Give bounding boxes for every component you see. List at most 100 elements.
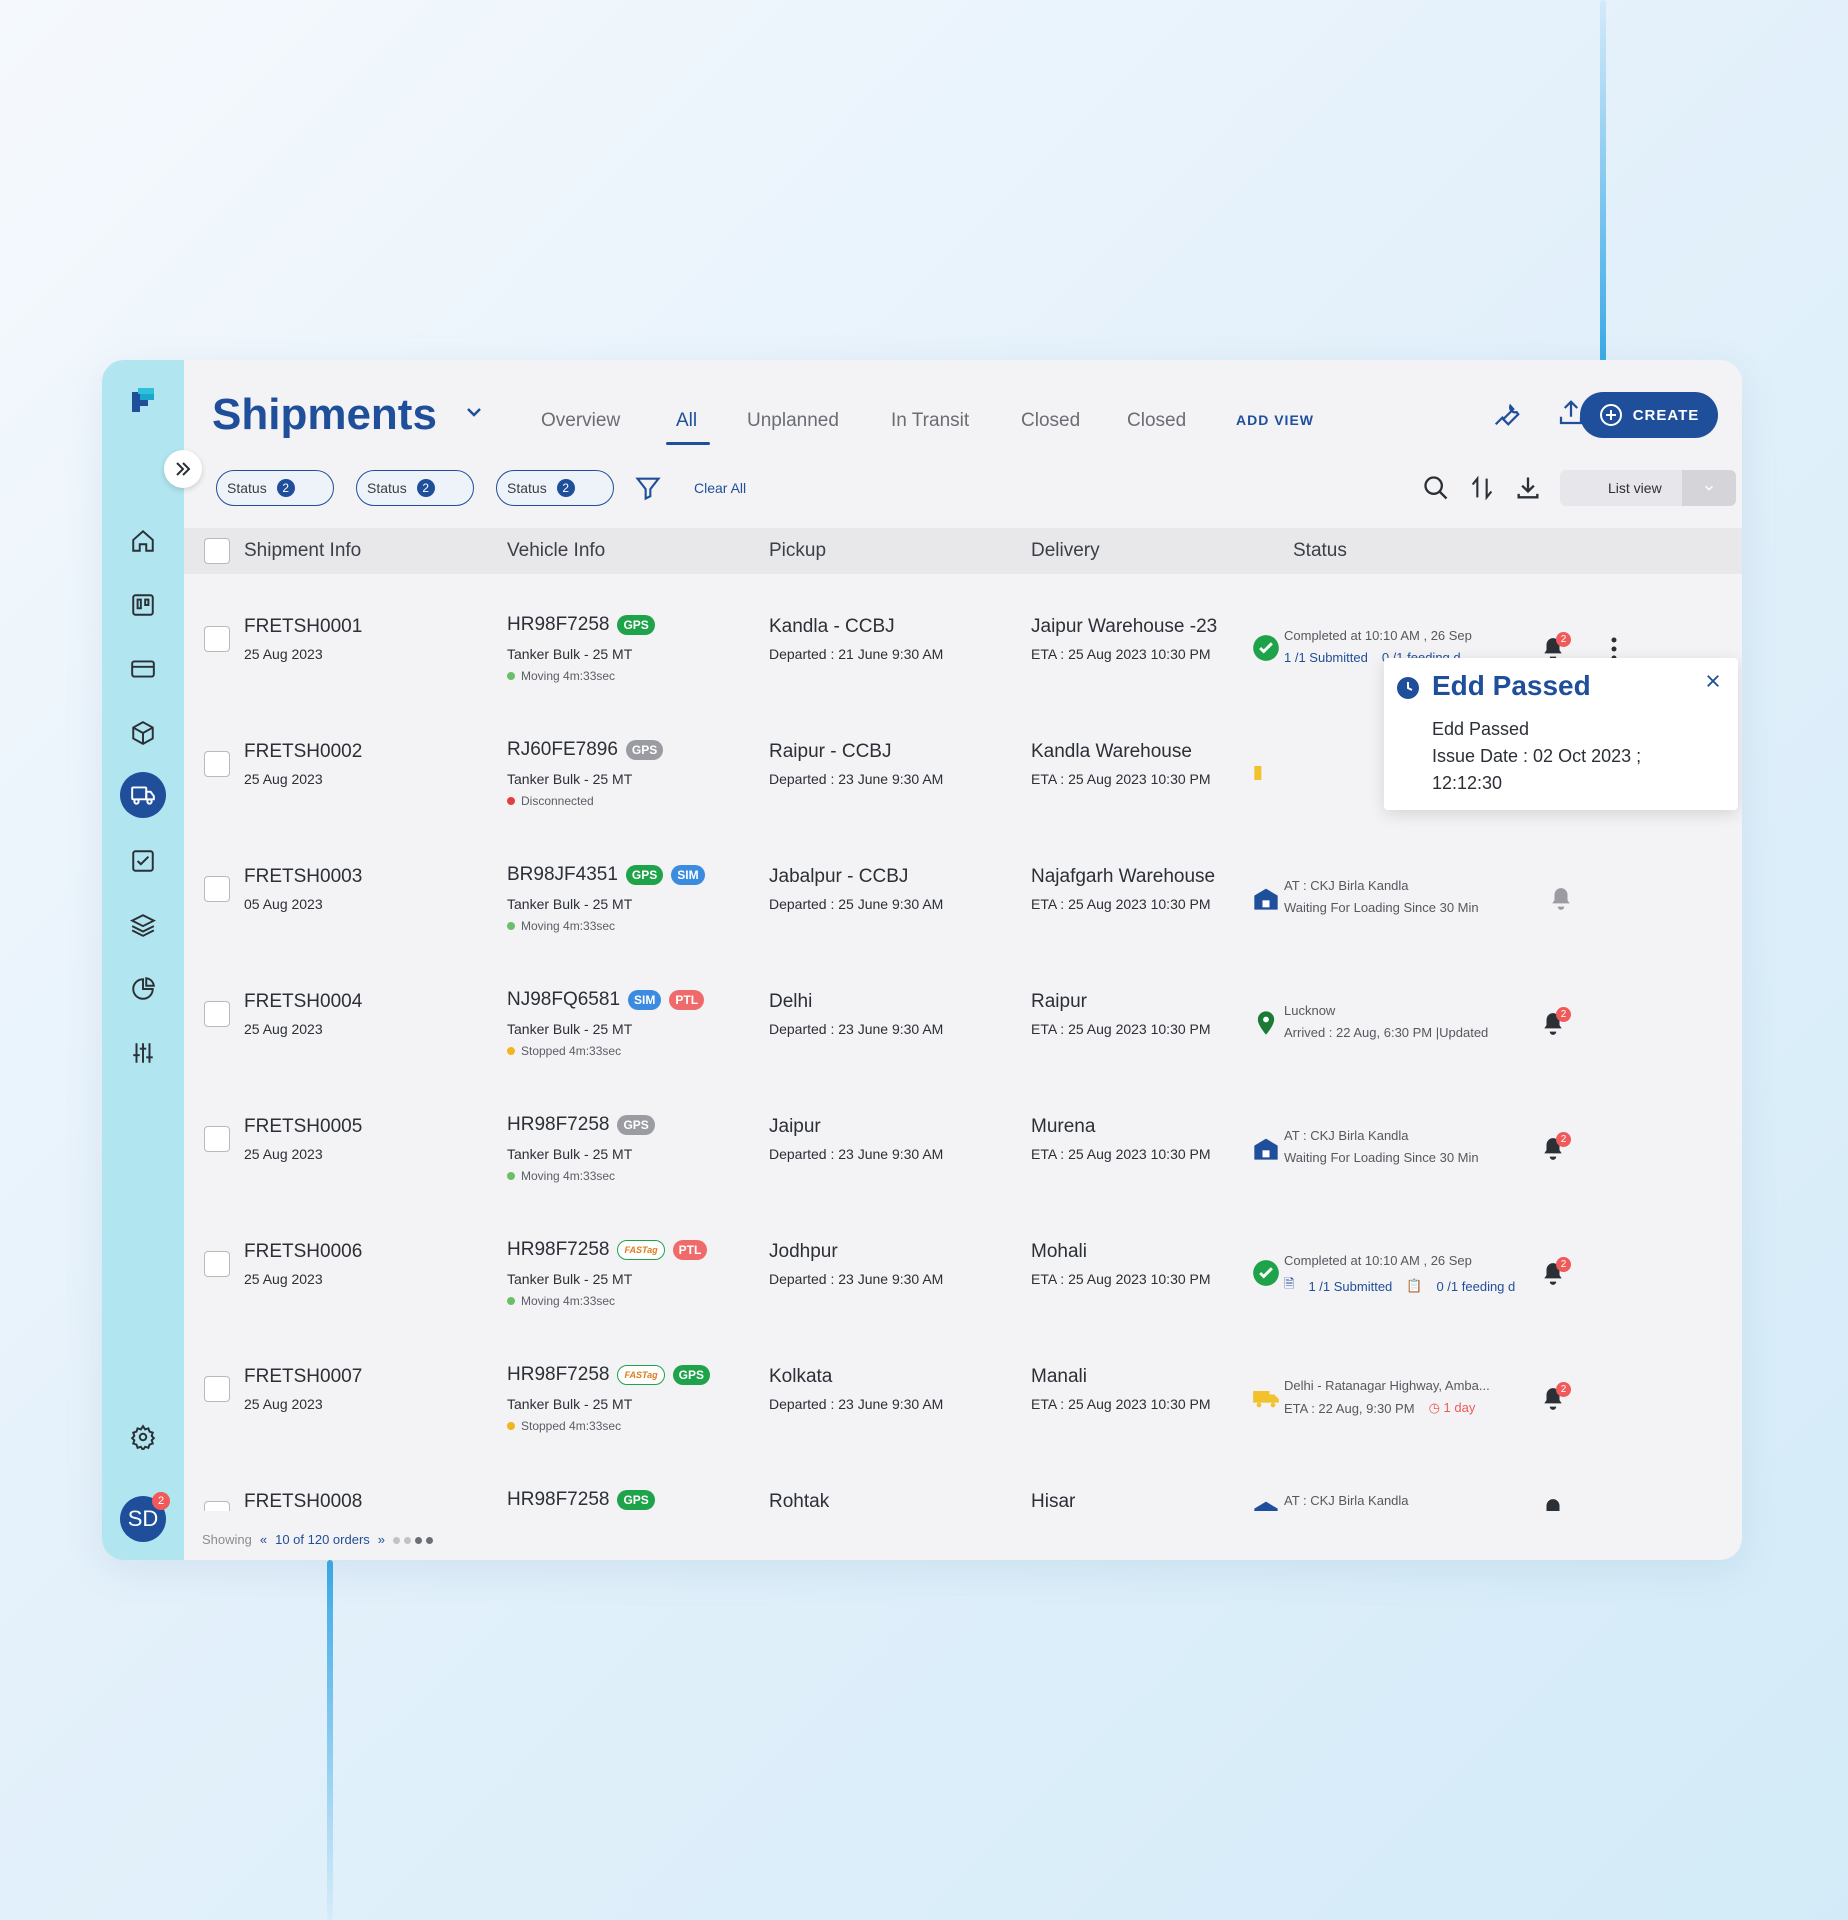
brand-logo-icon	[132, 388, 154, 412]
tab-closed[interactable]: Closed	[1021, 410, 1080, 432]
vehicle-number[interactable]: HR98F7258	[507, 1114, 609, 1136]
nav-adjustments-icon[interactable]	[120, 1030, 166, 1076]
table-row[interactable]: FRETSH0003 05 Aug 2023 BR98JF4351 GPS SI…	[184, 824, 1742, 949]
vehicle-number[interactable]: BR98JF4351	[507, 864, 618, 886]
column-header[interactable]: Shipment Info	[244, 540, 361, 562]
row-checkbox[interactable]	[204, 876, 230, 902]
pickup-location: Jabalpur - CCBJ	[769, 866, 909, 887]
expand-sidebar-button[interactable]	[164, 450, 202, 488]
table-row[interactable]: FRETSH0007 25 Aug 2023 HR98F7258 FASTag …	[184, 1324, 1742, 1449]
filter-funnel-icon[interactable]	[634, 474, 662, 502]
vehicle-state: Stopped 4m:33sec	[507, 1419, 621, 1433]
status-filter-chip[interactable]: Status 2	[356, 470, 474, 506]
vehicle-tags: HR98F7258 GPS	[507, 1489, 655, 1511]
create-label: CREATE	[1632, 406, 1700, 424]
shipment-id[interactable]: FRETSH0003	[244, 866, 362, 888]
table-row[interactable]: FRETSH0005 25 Aug 2023 HR98F7258 GPS Tan…	[184, 1074, 1742, 1199]
column-header[interactable]: Vehicle Info	[507, 540, 605, 562]
shipment-date: 25 Aug 2023	[244, 1396, 323, 1412]
shipment-id[interactable]: FRETSH0005	[244, 1116, 362, 1138]
bell-count-badge: 2	[1556, 1007, 1571, 1022]
row-checkbox[interactable]	[204, 1376, 230, 1402]
vehicle-number[interactable]: HR98F7258	[507, 1364, 609, 1386]
column-header[interactable]: Pickup	[769, 540, 826, 562]
status-filter-chip[interactable]: Status 2	[216, 470, 334, 506]
bell-icon[interactable]	[1548, 886, 1574, 912]
search-icon[interactable]	[1422, 474, 1450, 502]
main-content: Shipments Overview All Unplanned In Tran…	[184, 360, 1742, 1560]
chevron-down-icon[interactable]	[1682, 470, 1736, 506]
wrench-icon[interactable]	[1492, 398, 1522, 428]
close-icon[interactable]	[1704, 672, 1722, 690]
status-filter-chip[interactable]: Status 2	[496, 470, 614, 506]
departed-time: Departed : 23 June 9:30 AM	[769, 1146, 944, 1162]
departed-time: Departed : 23 June 9:30 AM	[769, 1396, 944, 1412]
chip-count-badge: 2	[556, 479, 575, 497]
clock-icon	[1397, 677, 1419, 699]
chevrons-right-icon	[176, 462, 191, 476]
row-checkbox[interactable]	[204, 1251, 230, 1277]
vehicle-state: Moving 4m:33sec	[507, 1169, 615, 1183]
table-row[interactable]: FRETSH0006 25 Aug 2023 HR98F7258 FASTag …	[184, 1199, 1742, 1324]
shipment-id[interactable]: FRETSH0008	[244, 1491, 362, 1511]
shipment-id[interactable]: FRETSH0006	[244, 1241, 362, 1263]
row-checkbox[interactable]	[204, 626, 230, 652]
nav-reports-pie-icon[interactable]	[120, 966, 166, 1012]
download-icon[interactable]	[1514, 474, 1542, 502]
row-checkbox[interactable]	[204, 1001, 230, 1027]
pickup-location: Jaipur	[769, 1116, 821, 1137]
create-button[interactable]: CREATE	[1580, 392, 1718, 438]
shipment-date: 25 Aug 2023	[244, 1271, 323, 1287]
bell-count-badge: 2	[1556, 1132, 1571, 1147]
clear-all-link[interactable]: Clear All	[694, 480, 746, 496]
warehouse-icon	[1254, 1501, 1278, 1511]
tab-overview[interactable]: Overview	[541, 410, 620, 432]
chip-label: Status	[507, 480, 547, 496]
tab-in-transit[interactable]: In Transit	[891, 410, 969, 432]
nav-card-icon[interactable]	[120, 646, 166, 692]
nav-shipments-truck-icon[interactable]	[120, 772, 166, 818]
pagination-text: 10 of 120 orders	[275, 1532, 370, 1547]
popover-body: Edd Passed Issue Date : 02 Oct 2023 ; 12…	[1432, 716, 1712, 797]
bell-icon[interactable]	[1540, 1497, 1566, 1511]
row-checkbox[interactable]	[204, 1126, 230, 1152]
nav-settings-gear-icon[interactable]	[120, 1414, 166, 1460]
select-all-checkbox[interactable]	[204, 538, 230, 564]
chevrons-left-icon[interactable]: «	[260, 1532, 267, 1547]
tab-all[interactable]: All	[676, 410, 697, 432]
row-checkbox[interactable]	[204, 751, 230, 777]
gps-tag: GPS	[672, 1365, 710, 1385]
view-select-dropdown[interactable]: List view	[1560, 470, 1736, 506]
nav-layers-icon[interactable]	[120, 902, 166, 948]
departed-time: Departed : 23 June 9:30 AM	[769, 771, 944, 787]
fastag-tag: FASTag	[617, 1240, 665, 1260]
vehicle-number[interactable]: NJ98FQ6581	[507, 989, 620, 1011]
status-text: AT : CKJ Birla Kandla	[1284, 878, 1409, 893]
status-text: Completed at 10:10 AM , 26 Sep	[1284, 1253, 1472, 1268]
vehicle-state: Disconnected	[507, 794, 594, 808]
shipment-id[interactable]: FRETSH0007	[244, 1366, 362, 1388]
row-checkbox[interactable]	[204, 1501, 230, 1511]
nav-package-icon[interactable]	[120, 710, 166, 756]
vehicle-number[interactable]: HR98F7258	[507, 1239, 609, 1261]
nav-tasks-icon[interactable]	[120, 838, 166, 884]
tab-unplanned[interactable]: Unplanned	[747, 410, 839, 432]
shipment-id[interactable]: FRETSH0004	[244, 991, 362, 1013]
table-row[interactable]: FRETSH0008 HR98F7258 GPS Rohtak Hisar AT…	[184, 1449, 1742, 1511]
column-header[interactable]: Status	[1293, 540, 1347, 562]
tab-closed-2[interactable]: Closed	[1127, 410, 1186, 432]
vehicle-number[interactable]: RJ60FE7896	[507, 739, 618, 761]
nav-home-icon[interactable]	[120, 518, 166, 564]
table-row[interactable]: FRETSH0004 25 Aug 2023 NJ98FQ6581 SIM PT…	[184, 949, 1742, 1074]
sort-icon[interactable]	[1468, 474, 1496, 502]
shipment-id[interactable]: FRETSH0001	[244, 616, 362, 638]
vehicle-number[interactable]: HR98F7258	[507, 614, 609, 636]
chevrons-right-icon[interactable]: »	[378, 1532, 385, 1547]
column-header[interactable]: Delivery	[1031, 540, 1100, 562]
nav-board-icon[interactable]	[120, 582, 166, 628]
vehicle-number[interactable]: HR98F7258	[507, 1489, 609, 1511]
shipment-id[interactable]: FRETSH0002	[244, 741, 362, 763]
add-view-button[interactable]: ADD VIEW	[1236, 412, 1314, 428]
page-dots[interactable]	[393, 1532, 437, 1547]
chevron-down-icon[interactable]	[462, 400, 486, 424]
